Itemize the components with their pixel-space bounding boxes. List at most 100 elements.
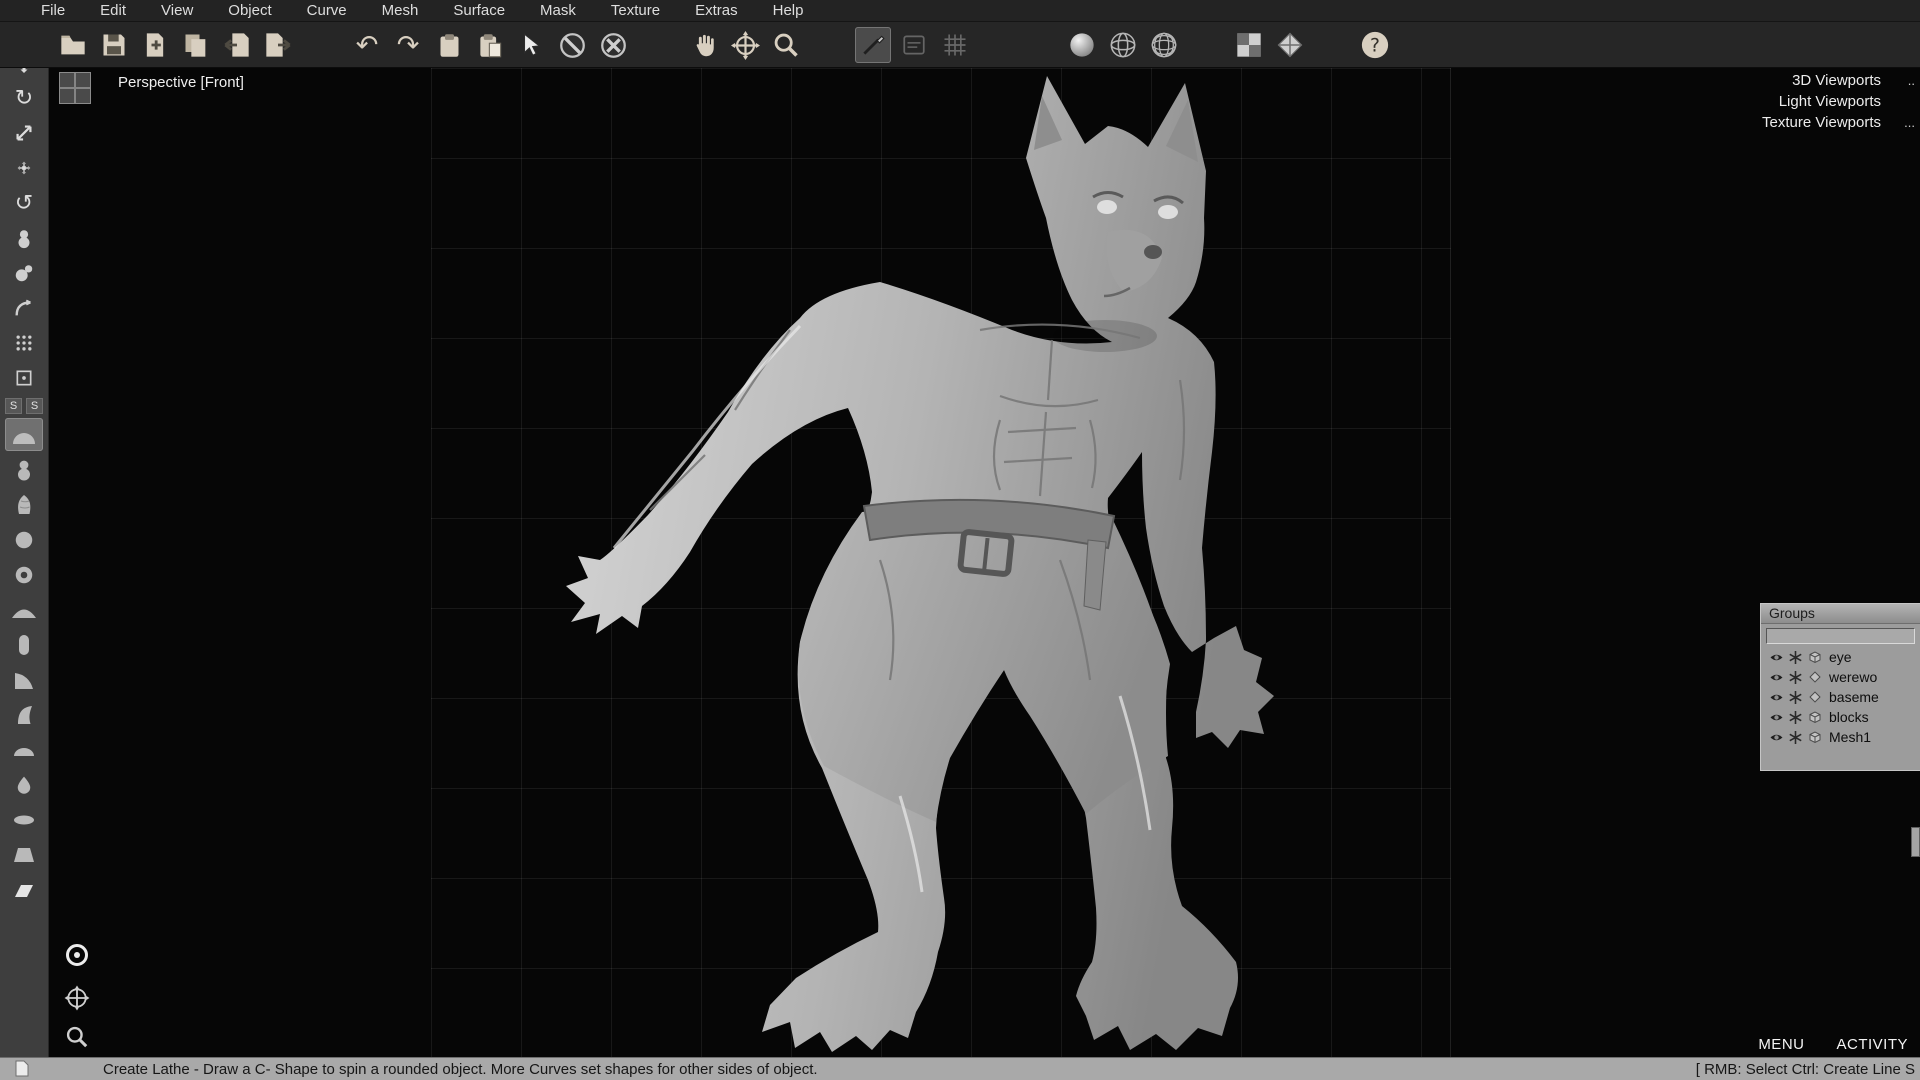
freeze-icon[interactable] — [1788, 670, 1803, 685]
sphere-icon — [13, 529, 35, 551]
select-button[interactable] — [513, 27, 549, 63]
menu-object[interactable]: Object — [211, 0, 289, 21]
menu-extras[interactable]: Extras — [678, 0, 756, 21]
delete-button[interactable] — [595, 27, 631, 63]
brush-drop-button[interactable] — [5, 768, 43, 801]
freeze-icon[interactable] — [1788, 650, 1803, 665]
group-row-werewolf[interactable]: werewo — [1761, 667, 1920, 687]
pan-button[interactable] — [686, 27, 722, 63]
orbit-button[interactable] — [727, 27, 763, 63]
eye-icon[interactable] — [1769, 730, 1784, 745]
model-werewolf[interactable] — [49, 68, 1920, 1057]
import-button[interactable] — [219, 27, 255, 63]
draw-front-button[interactable] — [896, 27, 932, 63]
menu-link[interactable]: MENU — [1758, 1036, 1804, 1053]
group-row-mesh1[interactable]: Mesh1 — [1761, 727, 1920, 747]
subdiv-view-button[interactable] — [1146, 27, 1182, 63]
menu-view[interactable]: View — [144, 0, 211, 21]
menubar: File Edit View Object Curve Mesh Surface… — [0, 0, 1920, 22]
brush-sphere-button[interactable] — [5, 523, 43, 556]
quad-view-button[interactable] — [1272, 27, 1308, 63]
viewport-zoom-button[interactable] — [62, 1022, 92, 1052]
brush-block-button[interactable] — [5, 838, 43, 871]
blob-tool-button[interactable] — [5, 256, 43, 289]
brush-horn-button[interactable] — [5, 698, 43, 731]
menu-surface[interactable]: Surface — [436, 0, 523, 21]
brush-spheres-button[interactable] — [5, 453, 43, 486]
symmetry-x-button[interactable]: S — [5, 398, 22, 414]
mode-texture-viewports[interactable]: Texture Viewports ... — [1762, 112, 1915, 133]
lattice-tool-button[interactable] — [5, 326, 43, 359]
clear-mask-button[interactable] — [554, 27, 590, 63]
viewport-3d[interactable]: Perspective [Front] 3D Viewports .. Ligh… — [49, 68, 1920, 1057]
groups-panel-title[interactable]: Groups — [1761, 604, 1920, 624]
wireframe-view-button[interactable] — [1105, 27, 1141, 63]
light-icon — [66, 944, 88, 966]
shaded-view-button[interactable] — [1064, 27, 1100, 63]
menu-help[interactable]: Help — [756, 0, 822, 21]
undo-button[interactable]: ↶ — [349, 27, 385, 63]
menu-file[interactable]: File — [24, 0, 83, 21]
zoom-button[interactable] — [768, 27, 804, 63]
brush-plane-button[interactable] — [5, 873, 43, 906]
brush-dome-button[interactable] — [5, 418, 43, 451]
viewport-light-button[interactable] — [62, 940, 92, 970]
grid-snap-button[interactable] — [937, 27, 973, 63]
document-icon[interactable] — [15, 1060, 29, 1077]
eye-icon[interactable] — [1769, 670, 1784, 685]
activity-link[interactable]: ACTIVITY — [1836, 1036, 1908, 1053]
menu-texture[interactable]: Texture — [594, 0, 678, 21]
scale-tool-button[interactable] — [5, 116, 43, 149]
transform-tool-button[interactable] — [5, 151, 43, 184]
freeze-icon[interactable] — [1788, 710, 1803, 725]
plane-icon — [12, 881, 36, 899]
viewport-move-button[interactable] — [62, 983, 92, 1013]
copy-button[interactable] — [431, 27, 467, 63]
group-name-field[interactable] — [1766, 628, 1915, 644]
group-row-basemesh[interactable]: baseme — [1761, 687, 1920, 707]
group-row-eye[interactable]: eye — [1761, 647, 1920, 667]
doc-arrow-left-icon — [223, 31, 251, 59]
new-scene-button[interactable] — [55, 27, 91, 63]
duplicate-doc-button[interactable] — [178, 27, 214, 63]
symmetry-y-button[interactable]: S — [26, 398, 43, 414]
mode-light-viewports[interactable]: Light Viewports — [1762, 91, 1915, 112]
brush-ring-button[interactable] — [5, 558, 43, 591]
redo-button[interactable]: ↷ — [390, 27, 426, 63]
inflate-tool-button[interactable] — [5, 221, 43, 254]
eye-icon[interactable] — [1769, 650, 1784, 665]
brush-cap-button[interactable] — [5, 733, 43, 766]
spin-tool-button[interactable]: ↺ — [5, 186, 43, 219]
menu-mask[interactable]: Mask — [523, 0, 594, 21]
viewport-layout-icon[interactable] — [59, 72, 91, 104]
save-button[interactable] — [96, 27, 132, 63]
brush-wedge-button[interactable] — [5, 663, 43, 696]
checker-view-button[interactable] — [1231, 27, 1267, 63]
rotate-tool-button[interactable]: ↻ — [5, 81, 43, 114]
paste-button[interactable] — [472, 27, 508, 63]
curve-tool-button[interactable] — [5, 291, 43, 324]
brush-mound-button[interactable] — [5, 593, 43, 626]
frame-tool-button[interactable] — [5, 361, 43, 394]
brush-twist-button[interactable] — [5, 488, 43, 521]
eye-icon[interactable] — [1769, 690, 1784, 705]
menu-edit[interactable]: Edit — [83, 0, 144, 21]
freeze-icon[interactable] — [1788, 730, 1803, 745]
status-message: Create Lathe - Draw a C- Shape to spin a… — [0, 1061, 818, 1078]
brush-disc-button[interactable] — [5, 803, 43, 836]
mode-3d-viewports[interactable]: 3D Viewports .. — [1762, 70, 1915, 91]
group-row-blocks[interactable]: blocks — [1761, 707, 1920, 727]
viewport-label[interactable]: Perspective [Front] — [118, 74, 244, 91]
freeze-icon[interactable] — [1788, 690, 1803, 705]
eye-icon[interactable] — [1769, 710, 1784, 725]
menu-curve[interactable]: Curve — [290, 0, 365, 21]
clipboard-copy-icon — [436, 32, 463, 59]
save-increment-button[interactable] — [137, 27, 173, 63]
menu-mesh[interactable]: Mesh — [365, 0, 437, 21]
brush-finger-button[interactable] — [5, 628, 43, 661]
export-button[interactable] — [260, 27, 296, 63]
draw-line-button[interactable] — [855, 27, 891, 63]
scrollbar-thumb[interactable] — [1911, 827, 1920, 857]
shading-tool-group — [1064, 27, 1182, 63]
help-button[interactable]: ? — [1357, 27, 1393, 63]
